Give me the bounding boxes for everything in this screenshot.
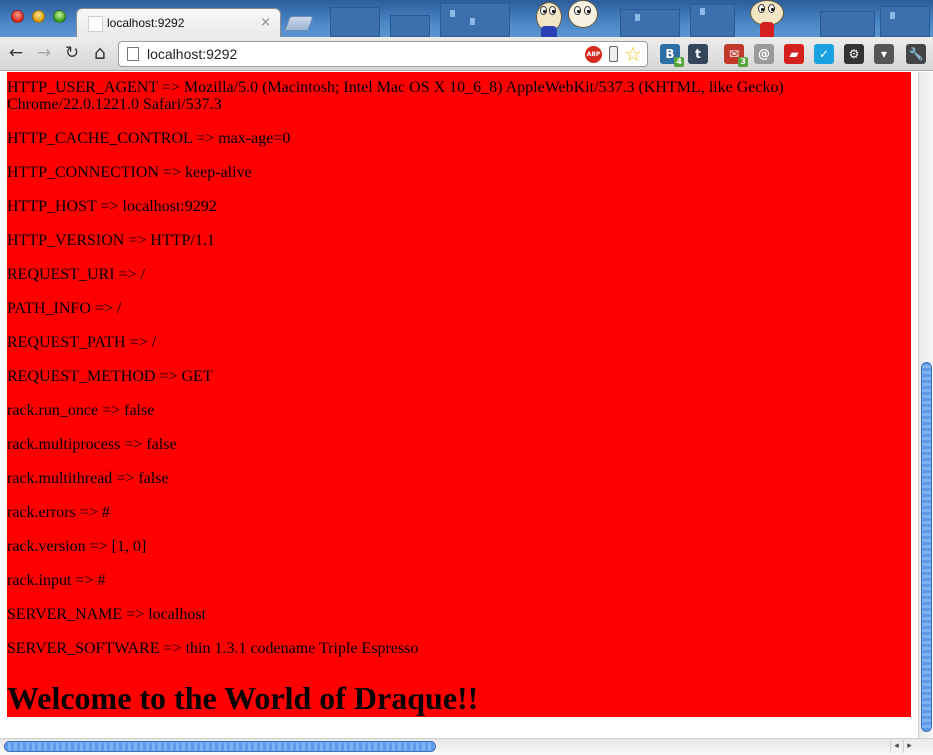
phone-icon[interactable] xyxy=(609,46,618,62)
env-line: PATH_INFO => / xyxy=(7,300,122,317)
reload-button[interactable]: ↻ xyxy=(61,42,83,64)
tab-title: localhost:9292 xyxy=(107,16,185,30)
window-minimize-button[interactable] xyxy=(32,10,45,23)
env-line: rack.multiprocess => false xyxy=(7,436,177,453)
horizontal-scroll-thumb[interactable] xyxy=(4,741,436,752)
bitly-glyph: B xyxy=(665,47,675,61)
new-tab-button[interactable] xyxy=(284,16,314,31)
skyline-building xyxy=(620,9,680,37)
tumblr-icon[interactable]: t xyxy=(688,44,708,64)
bookmark-star-icon[interactable]: ☆ xyxy=(624,42,642,66)
scroll-right-arrow-icon[interactable]: ▸ xyxy=(903,740,915,753)
env-line: HTTP_CONNECTION => keep-alive xyxy=(7,164,252,181)
vertical-scroll-thumb[interactable] xyxy=(921,362,932,732)
tab-localhost[interactable]: localhost:9292 × xyxy=(76,8,281,37)
env-line: REQUEST_METHOD => GET xyxy=(7,368,213,385)
env-line: rack.multithread => false xyxy=(7,470,169,487)
extension-badge: 3 xyxy=(738,57,748,67)
env-line: HTTP_HOST => localhost:9292 xyxy=(7,198,217,215)
skyline-window xyxy=(890,12,895,19)
note-icon[interactable]: @ xyxy=(754,44,774,64)
env-line: rack.input => # xyxy=(7,572,106,589)
env-line: rack.errors => # xyxy=(7,504,110,521)
check-glyph: ✓ xyxy=(818,47,830,61)
pocket-icon[interactable]: ▾ xyxy=(874,44,894,64)
pocket-glyph: ▾ xyxy=(880,47,888,61)
skyline-window xyxy=(635,14,640,21)
vertical-scrollbar[interactable] xyxy=(918,72,933,738)
mail-icon[interactable]: ✉ 3 xyxy=(724,44,748,67)
address-url[interactable]: localhost:9292 xyxy=(147,46,237,62)
tab-strip: localhost:9292 × xyxy=(0,0,933,37)
welcome-heading: Welcome to the World of Draque!! xyxy=(7,680,479,716)
skyline-window xyxy=(450,10,455,17)
env-line: SERVER_NAME => localhost xyxy=(7,606,206,623)
window-close-button[interactable] xyxy=(11,10,24,23)
browser-toolbar: ← → ↻ ⌂ localhost:9292 ABP ☆ B 4 t ✉ 3 @ ▰ ✓ ⚙ ▾ 🔧 xyxy=(0,37,933,71)
env-line: HTTP_USER_AGENT => Mozilla/5.0 (Macintos… xyxy=(7,79,784,113)
note-glyph: @ xyxy=(758,47,770,61)
sofa-icon[interactable]: ▰ xyxy=(784,44,804,64)
back-button[interactable]: ← xyxy=(5,42,27,64)
page-icon xyxy=(127,47,139,61)
tab-close-icon[interactable]: × xyxy=(260,15,271,30)
check-icon[interactable]: ✓ xyxy=(814,44,834,64)
env-list: HTTP_USER_AGENT => Mozilla/5.0 (Macintos… xyxy=(7,79,911,674)
skyline-building xyxy=(880,6,930,37)
env-line: REQUEST_URI => / xyxy=(7,266,146,283)
skyline-window xyxy=(700,8,705,15)
address-bar[interactable]: localhost:9292 ABP ☆ xyxy=(118,41,648,67)
home-button[interactable]: ⌂ xyxy=(89,42,111,64)
env-line: rack.run_once => false xyxy=(7,402,155,419)
skyline-building xyxy=(690,4,735,37)
skyline-window xyxy=(470,18,475,25)
env-line: REQUEST_PATH => / xyxy=(7,334,157,351)
window-zoom-button[interactable] xyxy=(53,10,66,23)
env-line: HTTP_CACHE_CONTROL => max-age=0 xyxy=(7,130,291,147)
env-line: rack.version => [1, 0] xyxy=(7,538,147,555)
adblock-icon[interactable]: ABP xyxy=(585,46,602,63)
sofa-glyph: ▰ xyxy=(789,47,799,61)
scroll-left-arrow-icon[interactable]: ◂ xyxy=(890,740,902,753)
horizontal-scrollbar[interactable]: ◂ ▸ xyxy=(0,738,933,755)
tumblr-glyph: t xyxy=(695,47,701,61)
env-line: SERVER_SOFTWARE => thin 1.3.1 codename T… xyxy=(7,640,419,657)
skyline-building xyxy=(330,7,380,37)
skyline-building xyxy=(820,11,875,37)
skyline-building xyxy=(390,15,430,37)
gear-icon[interactable]: ⚙ xyxy=(844,44,864,64)
forward-button[interactable]: → xyxy=(33,42,55,64)
page-viewport: HTTP_USER_AGENT => Mozilla/5.0 (Macintos… xyxy=(0,72,918,738)
env-line: HTTP_VERSION => HTTP/1.1 xyxy=(7,232,215,249)
wrench-glyph: 🔧 xyxy=(908,47,924,61)
skyline-building xyxy=(440,3,510,37)
env-dump-container: HTTP_USER_AGENT => Mozilla/5.0 (Macintos… xyxy=(7,72,911,717)
gear-glyph: ⚙ xyxy=(848,47,860,61)
extension-badge: 4 xyxy=(674,57,684,67)
wrench-icon[interactable]: 🔧 xyxy=(906,44,926,64)
bitly-icon[interactable]: B4 xyxy=(660,44,684,67)
page-favicon-icon xyxy=(88,16,103,32)
